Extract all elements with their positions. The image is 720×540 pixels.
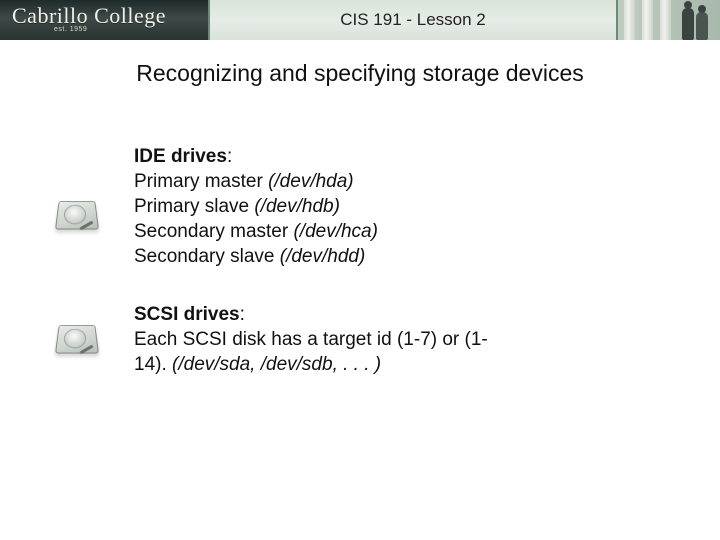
ide-row-dev: (/dev/hca)	[293, 221, 377, 242]
college-name: Cabrillo College	[12, 3, 166, 29]
scsi-title: SCSI drives	[134, 304, 240, 325]
page-title: Recognizing and specifying storage devic…	[0, 60, 720, 87]
header-mid: CIS 191 - Lesson 2	[208, 0, 618, 40]
scsi-block: SCSI drives: Each SCSI disk has a target…	[54, 302, 680, 377]
header-photo	[618, 0, 720, 40]
college-logo-panel: Cabrillo College est. 1959	[0, 0, 208, 40]
scsi-line-a: Each SCSI disk has a target id (1-7) or …	[134, 329, 488, 350]
scsi-devs: (/dev/sda, /dev/sdb, . . . )	[172, 354, 381, 375]
ide-row-label: Primary master	[134, 171, 268, 192]
ide-block: IDE drives: Primary master (/dev/hda) Pr…	[54, 144, 680, 269]
hard-drive-icon	[54, 316, 100, 362]
person-icon	[696, 12, 708, 40]
ide-row-dev: (/dev/hdb)	[254, 196, 340, 217]
scsi-line-b-prefix: 14).	[134, 354, 172, 375]
ide-title: IDE drives	[134, 146, 227, 167]
header-banner: Cabrillo College est. 1959 CIS 191 - Les…	[0, 0, 720, 40]
ide-row-dev: (/dev/hdd)	[280, 246, 366, 267]
person-icon	[682, 8, 694, 40]
college-est: est. 1959	[54, 26, 87, 33]
column-icon	[624, 0, 635, 40]
ide-row-dev: (/dev/hda)	[268, 171, 354, 192]
ide-text: IDE drives: Primary master (/dev/hda) Pr…	[134, 144, 680, 269]
column-icon	[660, 0, 671, 40]
header-title: CIS 191 - Lesson 2	[340, 10, 486, 30]
ide-row-label: Primary slave	[134, 196, 254, 217]
column-icon	[642, 0, 653, 40]
ide-row-label: Secondary master	[134, 221, 293, 242]
hard-drive-icon	[54, 192, 100, 238]
slide: Cabrillo College est. 1959 CIS 191 - Les…	[0, 0, 720, 540]
scsi-text: SCSI drives: Each SCSI disk has a target…	[134, 302, 680, 377]
ide-row-label: Secondary slave	[134, 246, 280, 267]
